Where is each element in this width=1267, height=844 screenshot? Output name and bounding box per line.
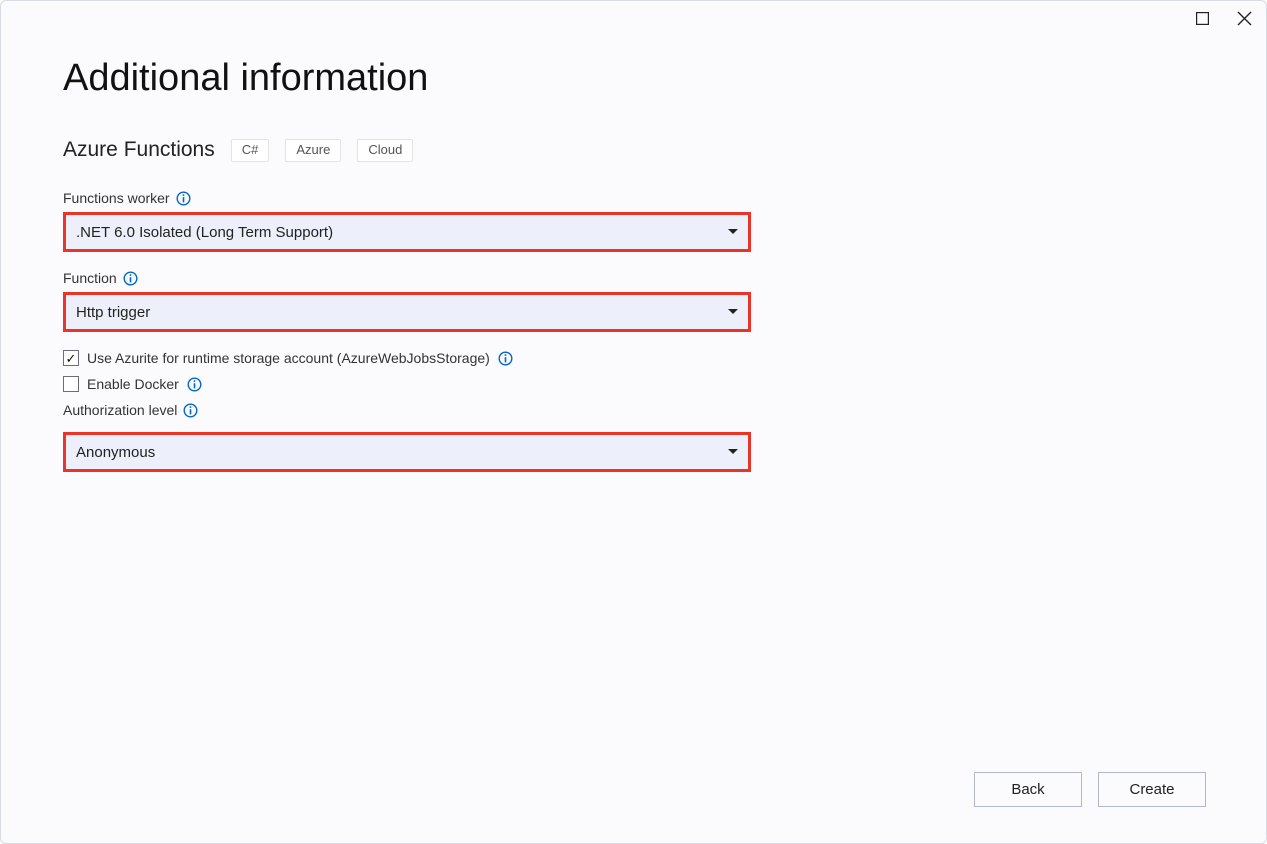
auth-value: Anonymous <box>76 444 155 461</box>
info-icon[interactable] <box>187 377 202 392</box>
worker-select[interactable]: .NET 6.0 Isolated (Long Term Support) <box>63 212 751 252</box>
project-subheading: Azure Functions C# Azure Cloud <box>63 138 1204 162</box>
info-icon[interactable] <box>176 191 191 206</box>
function-label: Function <box>63 270 117 286</box>
info-icon[interactable] <box>123 271 138 286</box>
function-value: Http trigger <box>76 304 150 321</box>
back-button[interactable]: Back <box>974 772 1082 807</box>
worker-value: .NET 6.0 Isolated (Long Term Support) <box>76 224 333 241</box>
auth-select[interactable]: Anonymous <box>63 432 751 472</box>
azurite-label: Use Azurite for runtime storage account … <box>87 350 490 366</box>
create-button[interactable]: Create <box>1098 772 1206 807</box>
close-icon[interactable] <box>1237 11 1252 26</box>
tag: C# <box>231 139 270 162</box>
chevron-down-icon <box>728 309 738 315</box>
maximize-icon[interactable] <box>1196 12 1209 25</box>
worker-label: Functions worker <box>63 190 170 206</box>
docker-label: Enable Docker <box>87 376 179 392</box>
tag: Azure <box>285 139 341 162</box>
function-select[interactable]: Http trigger <box>63 292 751 332</box>
azurite-checkbox[interactable] <box>63 350 79 366</box>
project-name: Azure Functions <box>63 138 215 162</box>
info-icon[interactable] <box>183 403 198 418</box>
chevron-down-icon <box>728 449 738 455</box>
page-title: Additional information <box>63 57 1204 100</box>
tag: Cloud <box>357 139 413 162</box>
chevron-down-icon <box>728 229 738 235</box>
docker-checkbox[interactable] <box>63 376 79 392</box>
info-icon[interactable] <box>498 351 513 366</box>
auth-label: Authorization level <box>63 402 177 418</box>
